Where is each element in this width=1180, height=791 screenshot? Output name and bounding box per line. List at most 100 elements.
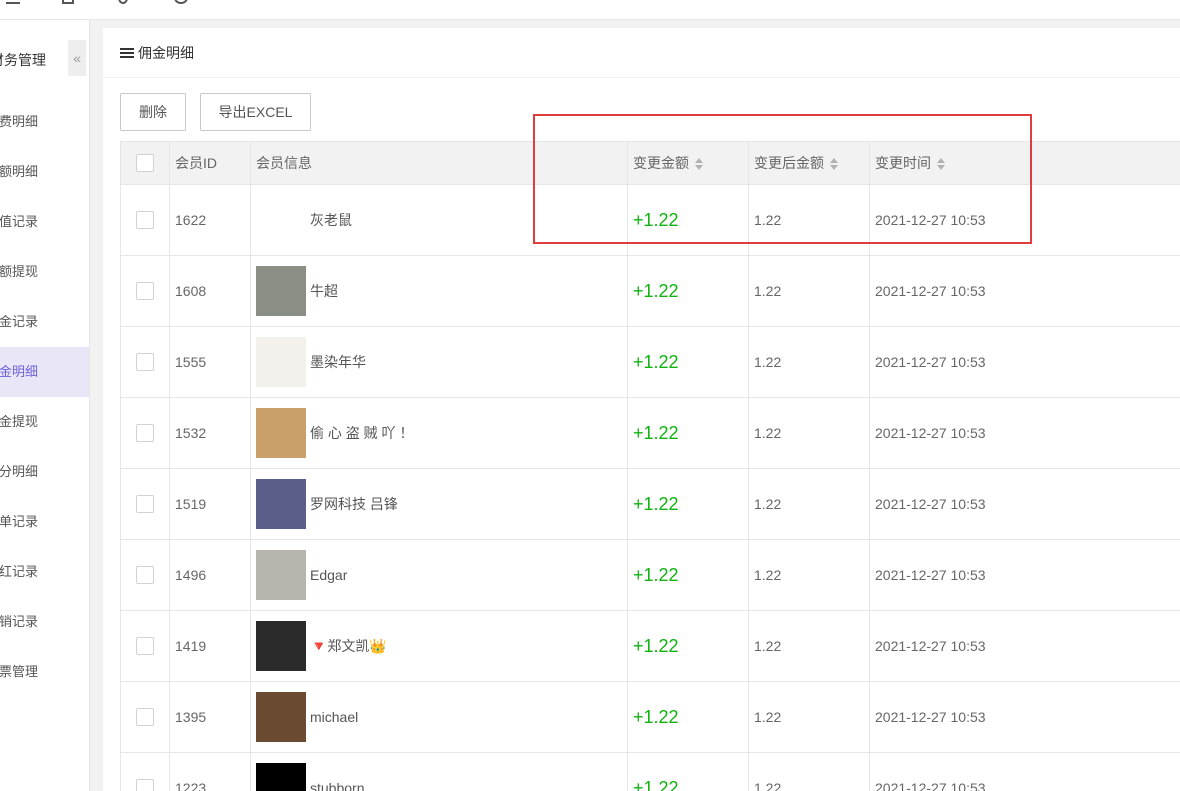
select-all-checkbox[interactable]	[136, 154, 154, 173]
table-row: 1519 罗网科技 吕锋 +1.22 1.22 2021-12-27 10:53	[120, 468, 1180, 540]
change-time: 2021-12-27 10:53	[869, 326, 1180, 398]
menu-icon[interactable]	[6, 0, 20, 4]
member-info-cell: 罗网科技 吕锋	[250, 468, 628, 540]
member-id: 1223	[169, 752, 251, 791]
sort-icon[interactable]	[830, 158, 838, 171]
member-id: 1608	[169, 255, 251, 327]
sidebar-item[interactable]: 消费明细	[0, 97, 89, 147]
row-checkbox[interactable]	[136, 779, 154, 791]
change-time: 2021-12-27 10:53	[869, 468, 1180, 540]
sidebar-item-label: 余额提现	[0, 264, 39, 279]
change-amount-cell: +1.22	[627, 397, 749, 469]
sidebar: 财务管理 « 消费明细余额明细充值记录余额提现佣金记录佣金明细佣金提现积分明细买…	[0, 20, 90, 791]
fullscreen-icon[interactable]	[62, 0, 74, 4]
avatar	[256, 692, 306, 742]
refresh-icon[interactable]	[118, 0, 128, 4]
member-name: 灰老鼠	[310, 212, 352, 228]
row-checkbox[interactable]	[136, 566, 154, 585]
sidebar-item[interactable]: 余额明细	[0, 147, 89, 197]
change-amount-cell: +1.22	[627, 681, 749, 753]
change-amount-cell: +1.22	[627, 184, 749, 256]
change-amount: +1.22	[633, 635, 679, 656]
table-row: 1395 michael +1.22 1.22 2021-12-27 10:53	[120, 681, 1180, 753]
info-icon[interactable]	[174, 0, 188, 4]
row-checkbox[interactable]	[136, 637, 154, 656]
member-name: stubborn	[310, 780, 365, 791]
row-select-cell	[120, 184, 170, 256]
sidebar-item-label: 余额明细	[0, 164, 39, 179]
sidebar-item[interactable]: 余额提现	[0, 247, 89, 297]
row-checkbox[interactable]	[136, 424, 154, 443]
row-checkbox[interactable]	[136, 495, 154, 514]
change-amount-cell: +1.22	[627, 326, 749, 398]
member-info-cell: stubborn	[250, 752, 628, 791]
member-name: 罗网科技 吕锋	[310, 496, 398, 512]
change-amount: +1.22	[633, 777, 679, 791]
member-name: 🔻郑文凯👑	[310, 638, 387, 654]
balance-after: 1.22	[748, 184, 870, 256]
sidebar-item-label: 买单记录	[0, 514, 39, 529]
row-select-cell	[120, 681, 170, 753]
member-info-cell: 墨染年华	[250, 326, 628, 398]
change-time: 2021-12-27 10:53	[869, 752, 1180, 791]
change-time: 2021-12-27 10:53	[869, 681, 1180, 753]
row-select-cell	[120, 752, 170, 791]
sidebar-item-label: 消费明细	[0, 114, 39, 129]
balance-after: 1.22	[748, 326, 870, 398]
col-balance-after[interactable]: 变更后金额	[748, 141, 870, 185]
avatar	[256, 408, 306, 458]
balance-after: 1.22	[748, 610, 870, 682]
sidebar-collapse-button[interactable]: «	[68, 40, 86, 76]
member-id: 1622	[169, 184, 251, 256]
table-row: 1419 🔻郑文凯👑 +1.22 1.22 2021-12-27 10:53	[120, 610, 1180, 682]
balance-after: 1.22	[748, 752, 870, 791]
change-time: 2021-12-27 10:53	[869, 397, 1180, 469]
sidebar-item[interactable]: 发票管理	[0, 647, 89, 697]
sidebar-item-label: 佣金提现	[0, 414, 39, 429]
export-excel-button[interactable]: 导出EXCEL	[200, 93, 311, 131]
member-id: 1496	[169, 539, 251, 611]
change-time: 2021-12-27 10:53	[869, 184, 1180, 256]
change-amount-cell: +1.22	[627, 468, 749, 540]
sidebar-item-label: 佣金明细	[0, 364, 39, 379]
change-amount-cell: +1.22	[627, 255, 749, 327]
row-checkbox[interactable]	[136, 708, 154, 727]
select-all-cell	[120, 141, 170, 185]
panel-title: 佣金明细	[138, 44, 194, 61]
table-row: 1532 偷 心 盗 贼 吖 ！ +1.22 1.22 2021-12-27 10:53	[120, 397, 1180, 469]
sidebar-item[interactable]: 佣金明细	[0, 347, 89, 397]
sidebar-item[interactable]: 核销记录	[0, 597, 89, 647]
sidebar-item[interactable]: 佣金提现	[0, 397, 89, 447]
sort-icon[interactable]	[937, 158, 945, 171]
member-id: 1519	[169, 468, 251, 540]
row-checkbox[interactable]	[136, 282, 154, 301]
sidebar-item[interactable]: 买单记录	[0, 497, 89, 547]
member-name: 偷 心 盗 贼 吖 ！	[310, 425, 414, 441]
col-change-time[interactable]: 变更时间	[869, 141, 1180, 185]
row-checkbox[interactable]	[136, 211, 154, 230]
sidebar-item[interactable]: 佣金记录	[0, 297, 89, 347]
member-name: 墨染年华	[310, 354, 366, 370]
balance-after: 1.22	[748, 397, 870, 469]
row-checkbox[interactable]	[136, 353, 154, 372]
member-info-cell: michael	[250, 681, 628, 753]
col-balance-after-label: 变更后金额	[754, 155, 824, 171]
avatar	[256, 550, 306, 600]
member-id: 1395	[169, 681, 251, 753]
table-row: 1555 墨染年华 +1.22 1.22 2021-12-27 10:53	[120, 326, 1180, 398]
col-change-amount[interactable]: 变更金额	[627, 141, 749, 185]
change-amount: +1.22	[633, 706, 679, 727]
sidebar-title: 财务管理	[0, 52, 46, 68]
member-id: 1555	[169, 326, 251, 398]
avatar	[256, 479, 306, 529]
sidebar-item-label: 积分明细	[0, 464, 39, 479]
row-select-cell	[120, 397, 170, 469]
sort-icon[interactable]	[695, 158, 703, 171]
change-amount-cell: +1.22	[627, 752, 749, 791]
member-name: michael	[310, 709, 359, 725]
sidebar-item[interactable]: 分红记录	[0, 547, 89, 597]
change-time: 2021-12-27 10:53	[869, 255, 1180, 327]
delete-button[interactable]: 删除	[120, 93, 186, 131]
sidebar-item[interactable]: 充值记录	[0, 197, 89, 247]
sidebar-item[interactable]: 积分明细	[0, 447, 89, 497]
